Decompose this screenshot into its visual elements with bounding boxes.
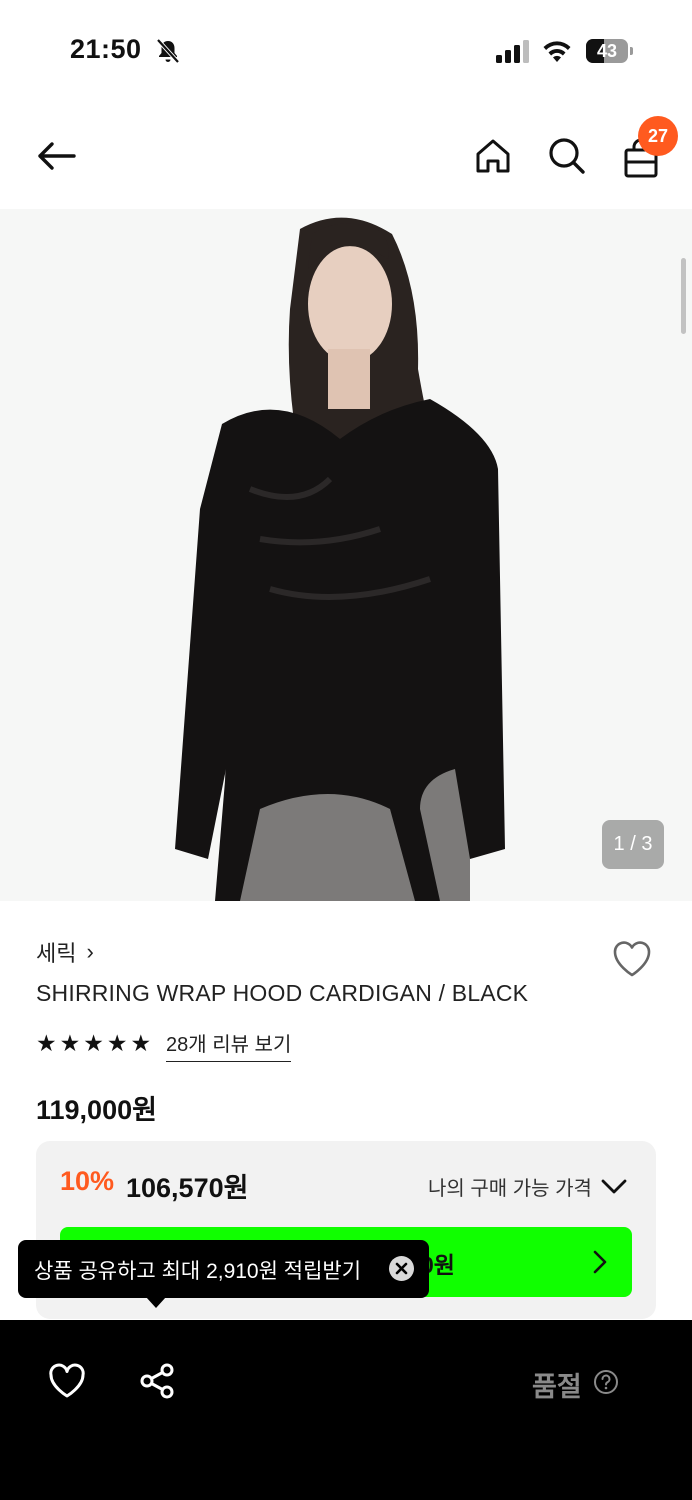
star-icon: ★ — [59, 1030, 81, 1056]
tooltip-close-button[interactable] — [389, 1256, 414, 1281]
back-button[interactable] — [31, 131, 81, 181]
share-button[interactable] — [132, 1356, 182, 1406]
chevron-right-icon: › — [86, 939, 94, 964]
tooltip-arrow — [146, 1297, 166, 1308]
status-time: 21:50 — [70, 34, 142, 64]
chevron-down-icon[interactable] — [600, 1174, 628, 1198]
scroll-indicator — [681, 258, 686, 334]
home-icon — [476, 139, 510, 173]
image-counter: 1 / 3 — [602, 820, 664, 869]
star-icon: ★ — [36, 1030, 57, 1056]
product-photo — [0, 209, 692, 901]
battery-icon: 43 — [586, 39, 633, 63]
close-icon — [395, 1262, 408, 1275]
home-button[interactable] — [468, 131, 518, 181]
cart-count-badge: 27 — [638, 116, 678, 156]
battery-percent: 43 — [596, 41, 618, 61]
discount-price: 106,570원 — [126, 1173, 249, 1203]
wifi-icon — [543, 41, 571, 62]
bottom-wishlist-button[interactable] — [42, 1356, 92, 1406]
chevron-right-icon — [593, 1250, 607, 1274]
product-image[interactable] — [0, 209, 692, 901]
rating-stars: ★ ★ ★ ★ ★ — [36, 1030, 151, 1057]
discount-percent: 10% — [60, 1166, 115, 1196]
heart-icon — [613, 941, 651, 977]
star-icon: ★ — [83, 1030, 104, 1056]
search-icon — [549, 138, 585, 174]
my-price-toggle[interactable]: 나의 구매 가능 가격 — [428, 1172, 592, 1201]
brand-link[interactable]: 세릭 › — [36, 936, 94, 968]
share-tooltip-text: 상품 공유하고 최대 2,910원 적립받기 — [34, 1260, 362, 1283]
wishlist-button[interactable] — [608, 934, 656, 982]
brand-name: 세릭 — [36, 941, 77, 966]
soldout-status: 품절 — [532, 1372, 582, 1402]
arrow-left-icon — [38, 142, 76, 170]
search-button[interactable] — [542, 131, 592, 181]
bell-muted-icon — [156, 38, 180, 64]
original-price: 119,000원 — [36, 1095, 157, 1125]
question-circle-icon[interactable] — [593, 1369, 619, 1395]
cellular-signal-icon — [496, 40, 529, 63]
share-icon — [140, 1363, 174, 1399]
review-link[interactable]: 28개 리뷰 보기 — [166, 1028, 292, 1062]
product-title: SHIRRING WRAP HOOD CARDIGAN / BLACK — [36, 980, 529, 1006]
heart-icon — [49, 1363, 85, 1398]
star-icon: ★ — [130, 1030, 152, 1056]
star-icon: ★ — [106, 1030, 128, 1056]
bottom-action-bar — [0, 1320, 692, 1500]
